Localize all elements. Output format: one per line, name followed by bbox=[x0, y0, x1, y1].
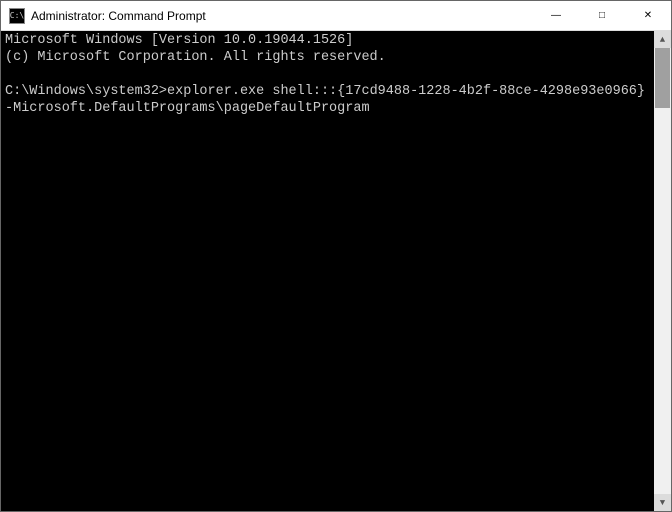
terminal-container: Microsoft Windows [Version 10.0.19044.15… bbox=[1, 31, 671, 511]
scrollbar-thumb[interactable] bbox=[655, 48, 670, 108]
maximize-button[interactable]: □ bbox=[579, 1, 625, 30]
scroll-up-button[interactable]: ▲ bbox=[654, 31, 671, 48]
prompt-text: C:\Windows\system32> bbox=[5, 84, 167, 99]
close-button[interactable]: ✕ bbox=[625, 1, 671, 30]
scrollbar-track[interactable] bbox=[654, 48, 671, 494]
scroll-down-button[interactable]: ▼ bbox=[654, 494, 671, 511]
window-title: Administrator: Command Prompt bbox=[31, 9, 533, 23]
version-line: Microsoft Windows [Version 10.0.19044.15… bbox=[5, 33, 353, 48]
terminal-output[interactable]: Microsoft Windows [Version 10.0.19044.15… bbox=[1, 31, 654, 511]
copyright-line: (c) Microsoft Corporation. All rights re… bbox=[5, 50, 386, 65]
window-controls: — □ ✕ bbox=[533, 1, 671, 30]
minimize-button[interactable]: — bbox=[533, 1, 579, 30]
vertical-scrollbar[interactable]: ▲ ▼ bbox=[654, 31, 671, 511]
titlebar[interactable]: C:\ Administrator: Command Prompt — □ ✕ bbox=[1, 1, 671, 31]
cmd-icon: C:\ bbox=[9, 8, 25, 24]
